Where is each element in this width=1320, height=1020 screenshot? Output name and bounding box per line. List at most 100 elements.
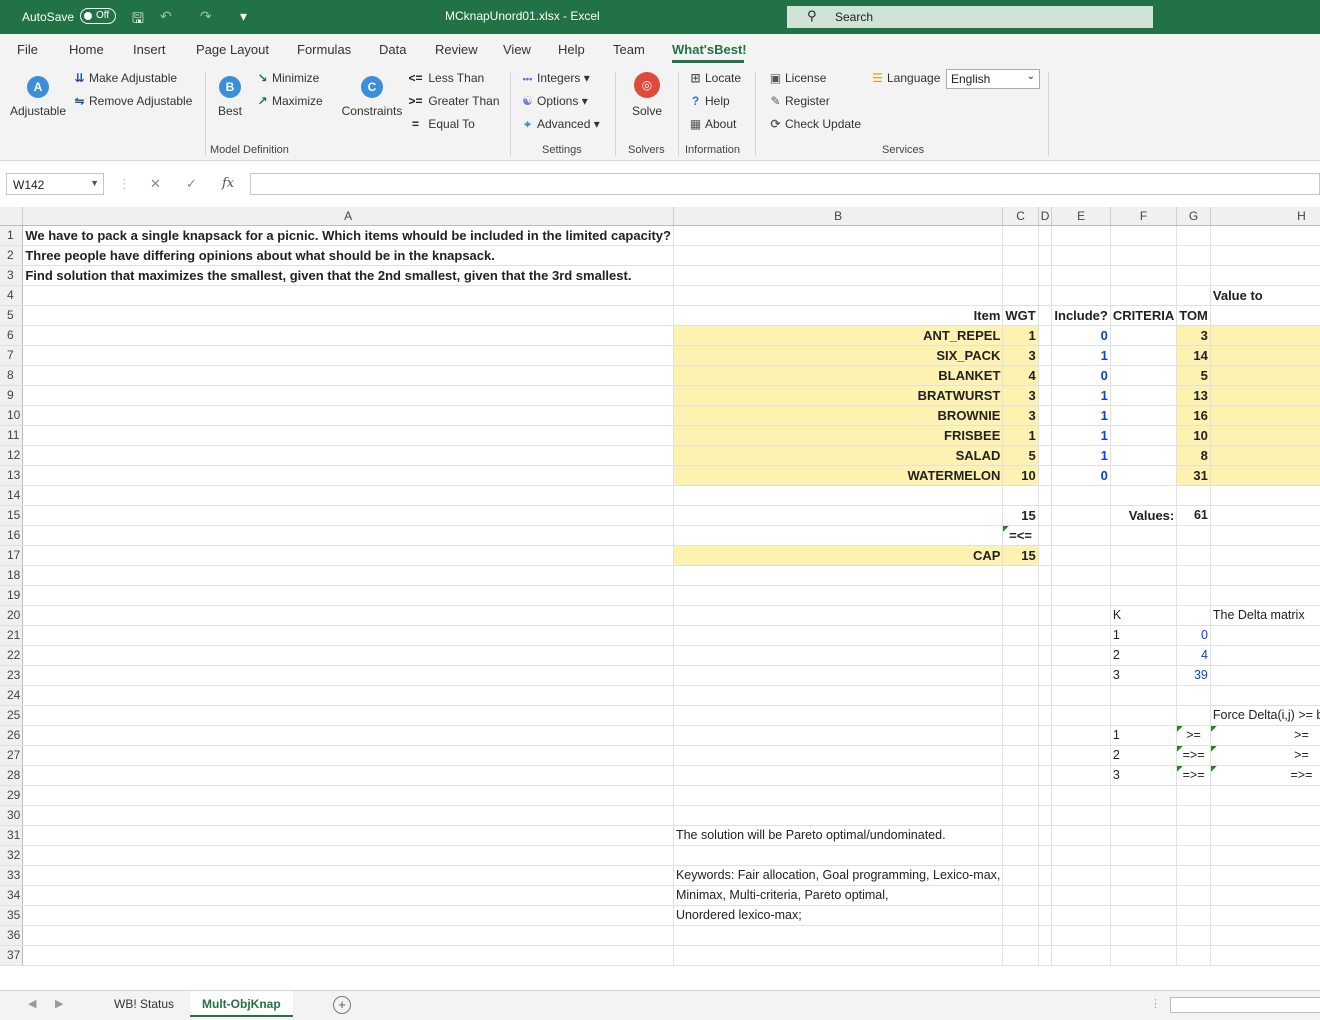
tab-whatsbest[interactable]: What'sBest! bbox=[672, 42, 747, 57]
best-button[interactable]: B Best bbox=[210, 76, 250, 118]
row-header[interactable]: 23 bbox=[0, 665, 24, 686]
cell[interactable] bbox=[1002, 805, 1039, 826]
integers-button[interactable]: ••• Integers ▾ bbox=[520, 71, 590, 85]
row-header[interactable]: 6 bbox=[0, 325, 24, 346]
cell[interactable] bbox=[1051, 265, 1111, 286]
cell[interactable] bbox=[22, 365, 674, 386]
cell[interactable] bbox=[673, 705, 1004, 726]
col-header-g[interactable]: G bbox=[1176, 207, 1211, 226]
cell[interactable] bbox=[1002, 945, 1039, 966]
row-header[interactable]: 29 bbox=[0, 785, 24, 806]
cell[interactable] bbox=[1176, 925, 1211, 946]
cell[interactable] bbox=[22, 645, 674, 666]
cell[interactable] bbox=[1051, 645, 1111, 666]
cell[interactable] bbox=[1210, 585, 1320, 606]
constraint-sign[interactable]: =>= bbox=[1176, 765, 1211, 786]
cell[interactable] bbox=[1038, 525, 1053, 546]
cell[interactable] bbox=[1038, 825, 1053, 846]
cell[interactable] bbox=[1110, 565, 1178, 586]
fx-icon[interactable]: fx bbox=[222, 176, 234, 191]
cell[interactable] bbox=[1110, 345, 1178, 366]
cell[interactable] bbox=[22, 705, 674, 726]
item-name[interactable]: FRISBEE bbox=[673, 425, 1004, 446]
cell[interactable] bbox=[1210, 225, 1320, 246]
cell[interactable] bbox=[1176, 265, 1211, 286]
cell[interactable] bbox=[1176, 565, 1211, 586]
cell[interactable] bbox=[1038, 565, 1053, 586]
tom-value[interactable]: 3 bbox=[1176, 325, 1211, 346]
cell[interactable] bbox=[1038, 685, 1053, 706]
cell[interactable] bbox=[1110, 925, 1178, 946]
cell[interactable] bbox=[1210, 885, 1320, 906]
cell[interactable] bbox=[1002, 225, 1039, 246]
cell[interactable] bbox=[1051, 625, 1111, 646]
capacity-constraint[interactable]: =<= bbox=[1002, 525, 1039, 546]
item-wgt[interactable]: 3 bbox=[1002, 345, 1039, 366]
worksheet-grid[interactable]: A B C D E F G H I J K L M N O P Q R S T … bbox=[0, 207, 1320, 990]
header-criteria[interactable]: CRITERIA bbox=[1110, 305, 1178, 326]
cell[interactable] bbox=[22, 345, 674, 366]
greater-than-button[interactable]: >= Greater Than bbox=[408, 94, 499, 108]
include-value[interactable]: 1 bbox=[1051, 425, 1111, 446]
cell[interactable] bbox=[1110, 825, 1178, 846]
cell[interactable] bbox=[1051, 685, 1111, 706]
options-button[interactable]: ☯ Options ▾ bbox=[520, 94, 588, 108]
cell[interactable] bbox=[1038, 405, 1053, 426]
cell[interactable] bbox=[22, 445, 674, 466]
cell[interactable] bbox=[22, 485, 674, 506]
cell[interactable] bbox=[1210, 805, 1320, 826]
cell[interactable] bbox=[1210, 825, 1320, 846]
cell[interactable] bbox=[673, 605, 1004, 626]
cell[interactable] bbox=[673, 725, 1004, 746]
tom-value[interactable]: 10 bbox=[1176, 425, 1211, 446]
cell[interactable] bbox=[1176, 845, 1211, 866]
cell[interactable] bbox=[1038, 285, 1053, 306]
cell[interactable] bbox=[673, 805, 1004, 826]
redo-icon[interactable]: ↷ bbox=[200, 8, 212, 25]
item-name[interactable]: WATERMELON bbox=[673, 465, 1004, 486]
cell[interactable] bbox=[1110, 365, 1178, 386]
cell[interactable] bbox=[1110, 465, 1178, 486]
tom-value[interactable]: 5 bbox=[1176, 365, 1211, 386]
cell[interactable] bbox=[1002, 865, 1039, 886]
cell[interactable] bbox=[1110, 425, 1178, 446]
dick-value[interactable]: 9 bbox=[1210, 325, 1320, 346]
cell[interactable] bbox=[1051, 905, 1111, 926]
cell[interactable] bbox=[22, 665, 674, 686]
cell[interactable] bbox=[1110, 805, 1178, 826]
cell[interactable] bbox=[1051, 825, 1111, 846]
cell[interactable] bbox=[22, 765, 674, 786]
cell[interactable] bbox=[1051, 705, 1111, 726]
cell[interactable] bbox=[673, 265, 1004, 286]
cell[interactable] bbox=[1038, 645, 1053, 666]
cell[interactable] bbox=[22, 505, 674, 526]
dick-value[interactable]: 20 bbox=[1210, 345, 1320, 366]
cell[interactable] bbox=[1002, 925, 1039, 946]
add-sheet-icon[interactable]: + bbox=[333, 996, 351, 1014]
cell[interactable] bbox=[673, 245, 1004, 266]
constraint-sign[interactable]: >= bbox=[1210, 725, 1320, 746]
k-header[interactable]: K bbox=[1110, 605, 1178, 626]
item-name[interactable]: SIX_PACK bbox=[673, 345, 1004, 366]
dick-total[interactable]: 74 bbox=[1210, 505, 1320, 526]
dick-value[interactable]: 6 bbox=[1210, 465, 1320, 486]
cell[interactable] bbox=[1110, 705, 1178, 726]
adjustable-button[interactable]: A Adjustable bbox=[8, 76, 68, 118]
constraint-sign[interactable]: =>= bbox=[1210, 765, 1320, 786]
col-header-a[interactable]: A bbox=[22, 207, 674, 226]
tab-insert[interactable]: Insert bbox=[133, 42, 166, 57]
cell[interactable] bbox=[1210, 485, 1320, 506]
license-button[interactable]: ▣ License bbox=[768, 71, 827, 85]
formula-input[interactable] bbox=[250, 173, 1320, 195]
enter-icon[interactable]: ✓ bbox=[186, 176, 197, 192]
row-header[interactable]: 7 bbox=[0, 345, 24, 366]
cell[interactable] bbox=[1176, 285, 1211, 306]
cell[interactable] bbox=[1110, 445, 1178, 466]
cell[interactable] bbox=[1002, 625, 1039, 646]
col-header-f[interactable]: F bbox=[1110, 207, 1178, 226]
cell[interactable] bbox=[22, 845, 674, 866]
cell[interactable] bbox=[1051, 665, 1111, 686]
total-wgt[interactable]: 15 bbox=[1002, 505, 1039, 526]
cell[interactable] bbox=[1110, 525, 1178, 546]
cell[interactable] bbox=[1051, 745, 1111, 766]
